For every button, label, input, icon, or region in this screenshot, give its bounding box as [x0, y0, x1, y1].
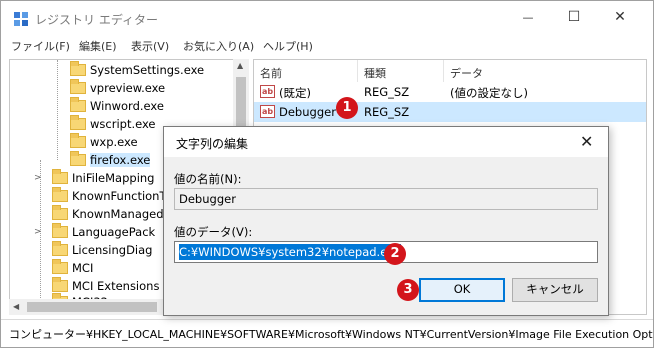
string-value-icon: ab	[260, 105, 275, 118]
menu-view[interactable]: 表示(V)	[131, 38, 169, 54]
tree-item[interactable]: vpreview.exe	[70, 79, 165, 97]
tree-item-label: firefox.exe	[90, 153, 151, 167]
value-name: (既定)	[279, 86, 311, 100]
tree-item-label: IniFileMapping	[72, 171, 155, 185]
dialog-title: 文字列の編集	[176, 137, 249, 151]
list-item-selected[interactable]: ab Debugger REG_SZ	[254, 102, 646, 122]
folder-icon	[52, 241, 68, 256]
step-badge-2: 2	[384, 243, 406, 265]
tree-item[interactable]: MCI	[52, 259, 93, 277]
column-header-name[interactable]: 名前	[254, 60, 358, 82]
dialog-title-bar: 文字列の編集 ✕	[164, 127, 608, 157]
close-icon: ✕	[614, 9, 626, 25]
tree-item[interactable]: wxp.exe	[70, 133, 138, 151]
folder-icon	[70, 97, 86, 112]
tree-item[interactable]: KnownManagedD	[52, 205, 172, 223]
value-data: (値の設定なし)	[450, 86, 528, 100]
maximize-button[interactable]: ☐	[551, 1, 597, 33]
tree-item-label: KnownManagedD	[72, 207, 173, 221]
folder-icon	[70, 151, 86, 166]
tree-item-label: vpreview.exe	[90, 81, 166, 95]
tree-item-label: LanguagePack	[72, 225, 156, 239]
tree-item[interactable]: LanguagePack	[52, 223, 155, 241]
cancel-button[interactable]: キャンセル	[512, 278, 598, 302]
tree-item-label: LicensingDiag	[72, 243, 153, 257]
expand-chevron-icon[interactable]: >	[34, 227, 42, 237]
minimize-icon: —	[522, 10, 534, 24]
value-type: REG_SZ	[364, 105, 410, 119]
tree-item[interactable]: LicensingDiag	[52, 241, 152, 259]
value-name-label: 値の名前(N):	[174, 172, 242, 186]
title-bar: レジストリ エディター — ☐ ✕	[1, 1, 653, 35]
menu-help[interactable]: ヘルプ(H)	[263, 38, 313, 54]
folder-icon	[70, 133, 86, 148]
value-name: Debugger	[279, 105, 336, 119]
menu-favorites[interactable]: お気に入り(A)	[183, 38, 254, 54]
tree-item-label: wscript.exe	[90, 117, 156, 131]
scroll-left-arrow-icon[interactable]: ◀	[13, 302, 19, 311]
value-data-selected-text: C:¥WINDOWS¥system32¥notepad.exe	[179, 244, 401, 260]
folder-icon	[52, 259, 68, 274]
folder-icon	[52, 169, 68, 184]
tree-item[interactable]: Winword.exe	[70, 97, 164, 115]
tree-item-label: wxp.exe	[90, 135, 138, 149]
minimize-button[interactable]: —	[505, 1, 551, 33]
scroll-up-arrow-icon[interactable]: ▲	[237, 61, 243, 70]
value-type: REG_SZ	[364, 85, 410, 99]
string-value-icon: ab	[260, 85, 275, 98]
registry-editor-icon	[14, 12, 28, 26]
status-bar-path: コンピューター¥HKEY_LOCAL_MACHINE¥SOFTWARE¥Micr…	[1, 319, 653, 347]
tree-item-label: KnownFunctionTa	[72, 189, 172, 203]
column-header-type[interactable]: 種類	[358, 60, 444, 82]
folder-icon	[52, 277, 68, 292]
maximize-icon: ☐	[567, 9, 581, 25]
value-name-field: Debugger	[174, 188, 598, 210]
menu-bar: ファイル(F) 編集(E) 表示(V) お気に入り(A) ヘルプ(H)	[1, 35, 653, 55]
value-data-label: 値のデータ(V):	[174, 225, 253, 239]
menu-file[interactable]: ファイル(F)	[11, 38, 70, 54]
scrollbar-thumb[interactable]	[27, 302, 157, 312]
folder-icon	[52, 187, 68, 202]
tree-guide-line	[57, 60, 58, 160]
menu-edit[interactable]: 編集(E)	[79, 38, 117, 54]
edit-string-dialog: 文字列の編集 ✕ 値の名前(N): Debugger 値のデータ(V): C:¥…	[163, 126, 609, 316]
list-item[interactable]: ab (既定) REG_SZ (値の設定なし)	[254, 82, 646, 102]
tree-guide-line	[40, 160, 41, 314]
tree-item[interactable]: IniFileMapping	[52, 169, 154, 187]
dialog-close-icon[interactable]: ✕	[580, 132, 593, 151]
close-button[interactable]: ✕	[597, 1, 643, 33]
tree-item-label: MCI	[72, 261, 94, 275]
value-name-text: Debugger	[179, 192, 236, 206]
folder-icon	[70, 61, 86, 76]
column-header-data[interactable]: データ	[444, 60, 646, 82]
tree-item-label: Winword.exe	[90, 99, 164, 113]
tree-item-label: MCI Extensions	[72, 279, 160, 293]
tree-item-selected[interactable]: firefox.exe	[70, 151, 151, 169]
ok-button[interactable]: OK	[419, 278, 505, 302]
folder-icon	[70, 79, 86, 94]
folder-icon	[52, 223, 68, 238]
step-badge-3: 3	[397, 279, 419, 301]
tree-item[interactable]: wscript.exe	[70, 115, 156, 133]
window-title: レジストリ エディター	[35, 13, 158, 27]
tree-item[interactable]: SystemSettings.exe	[70, 61, 204, 79]
folder-icon	[52, 205, 68, 220]
tree-item-label: SystemSettings.exe	[90, 63, 205, 77]
expand-chevron-icon[interactable]: >	[34, 173, 42, 183]
folder-icon	[70, 115, 86, 130]
step-badge-1: 1	[336, 97, 358, 119]
tree-item[interactable]: KnownFunctionTa	[52, 187, 172, 205]
